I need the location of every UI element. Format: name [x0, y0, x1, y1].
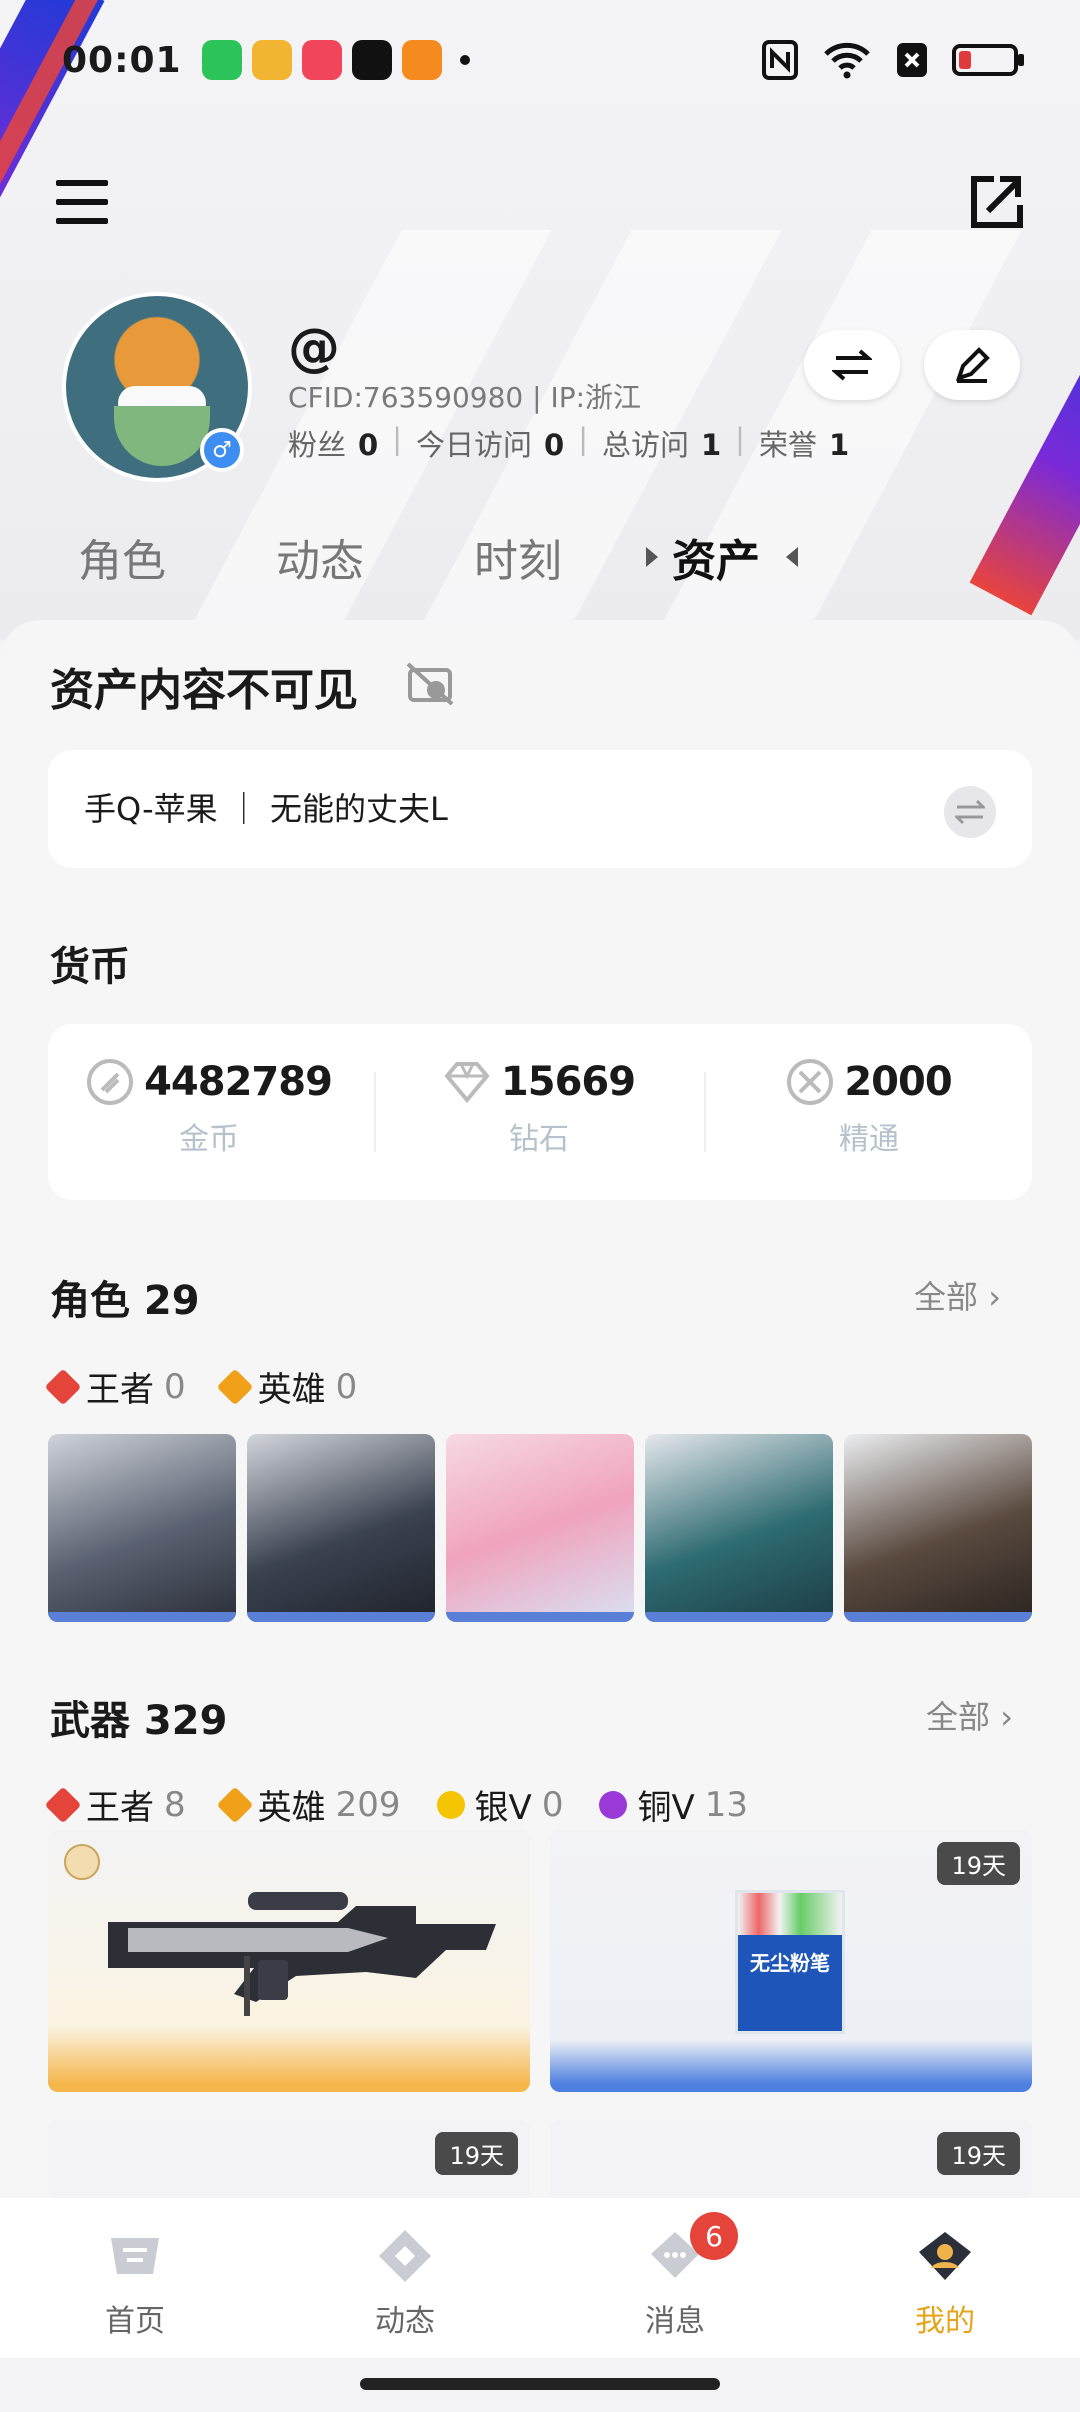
- weapon-card[interactable]: [48, 1830, 530, 2092]
- role-card[interactable]: [844, 1434, 1032, 1622]
- roles-view-all-link[interactable]: 全部 ›: [914, 1272, 1001, 1318]
- bronze-v-icon: [599, 1790, 628, 1819]
- hero-rank-icon: [216, 1786, 254, 1823]
- stat-honor[interactable]: 荣誉 1: [759, 422, 849, 464]
- role-card[interactable]: [48, 1434, 236, 1622]
- expiry-days-badge: 19天: [435, 2132, 518, 2175]
- coin-icon: [87, 1059, 134, 1105]
- nfc-icon: [762, 40, 798, 80]
- profile-nickname: @: [288, 318, 340, 378]
- tab-feed[interactable]: 动态: [276, 525, 474, 589]
- signal-off-icon: [897, 43, 927, 77]
- expiry-days-badge: 19天: [937, 1842, 1020, 1885]
- app-icon: [401, 40, 442, 80]
- role-card[interactable]: [247, 1434, 435, 1622]
- tiktok-icon: [351, 40, 392, 80]
- status-time: 00:01: [62, 39, 182, 81]
- visibility-hidden-icon[interactable]: [406, 662, 454, 706]
- battery-icon: [952, 44, 1024, 76]
- nav-me[interactable]: 我的: [810, 2198, 1080, 2358]
- share-icon[interactable]: [970, 175, 1024, 229]
- mastery-icon: [787, 1059, 834, 1105]
- home-indicator[interactable]: [360, 2378, 720, 2390]
- king-rank-icon: [44, 1786, 82, 1823]
- weapons-badges: 王者 8 英雄 209 银V 0 铜V 13: [44, 1780, 774, 1829]
- menu-icon[interactable]: [56, 180, 108, 224]
- feed-icon: [379, 2230, 431, 2282]
- role-card[interactable]: [645, 1434, 833, 1622]
- v-rank-icon: [64, 1844, 100, 1880]
- nav-messages[interactable]: 6 消息: [540, 2198, 810, 2358]
- expiry-days-badge: 19天: [937, 2132, 1020, 2175]
- tab-roles[interactable]: 角色: [78, 525, 276, 589]
- chevron-right-icon: ›: [988, 1278, 1001, 1316]
- weapons-title: 武器 329: [50, 1698, 228, 1744]
- currency-title: 货币: [50, 944, 130, 990]
- role-card[interactable]: [446, 1434, 634, 1622]
- weapon-card[interactable]: 19天: [550, 2120, 1032, 2200]
- home-icon: [111, 2238, 159, 2274]
- wifi-icon: [824, 42, 870, 79]
- assets-hidden-title: 资产内容不可见: [50, 665, 358, 716]
- weapons-view-all-link[interactable]: 全部 ›: [926, 1692, 1013, 1738]
- swap-icon: [832, 349, 872, 381]
- currency-diamonds: 15669 钻石: [374, 1058, 704, 1158]
- currency-mastery: 2000 精通: [704, 1058, 1034, 1158]
- tab-moments[interactable]: 时刻: [474, 525, 672, 589]
- male-gender-icon: ♂: [200, 428, 244, 472]
- king-rank-icon: [44, 1368, 82, 1405]
- profile-icon: [919, 2232, 971, 2280]
- more-notifications-icon: [459, 55, 470, 65]
- edit-icon: [955, 347, 990, 383]
- stat-today-visits[interactable]: 今日访问 0: [416, 422, 564, 464]
- sniper-rifle-image: [108, 1892, 496, 2016]
- bottom-navigation: 首页 动态 6 消息 我的: [0, 2198, 1080, 2358]
- chalk-box-image: 无尘粉笔: [735, 1890, 845, 2034]
- nav-home[interactable]: 首页: [0, 2198, 270, 2358]
- nav-feed[interactable]: 动态: [270, 2198, 540, 2358]
- unread-badge: 6: [690, 2212, 738, 2260]
- wechat-icon: [201, 40, 242, 80]
- roles-badges: 王者 0 英雄 0: [44, 1362, 383, 1411]
- account-switch-icon[interactable]: [944, 786, 996, 838]
- stat-total-visits[interactable]: 总访问 1: [602, 422, 721, 464]
- roles-title: 角色 29: [50, 1278, 200, 1324]
- app-icon: [251, 40, 292, 80]
- game-account-label: 手Q-苹果 ｜ 无能的丈夫L: [84, 790, 448, 828]
- switch-account-button[interactable]: [804, 330, 900, 400]
- chevron-right-icon: ›: [1000, 1698, 1013, 1736]
- profile-stats: 粉丝 0 | 今日访问 0 | 总访问 1 | 荣誉 1: [288, 422, 850, 464]
- silver-v-icon: [436, 1790, 465, 1819]
- profile-tabs: 角色 动态 时刻 资产: [78, 525, 870, 589]
- status-bar: 00:01: [0, 30, 1080, 90]
- video-icon: [301, 40, 342, 80]
- edit-profile-button[interactable]: [924, 330, 1020, 400]
- tab-assets[interactable]: 资产: [646, 525, 870, 589]
- profile-cfid: CFID:763590980 | IP:浙江: [288, 381, 642, 414]
- diamond-icon: [444, 1062, 490, 1104]
- decor-stripe: [969, 264, 1080, 616]
- notification-icons: [201, 40, 470, 80]
- weapon-card[interactable]: 19天: [48, 2120, 530, 2200]
- weapon-card[interactable]: 19天 无尘粉笔: [550, 1830, 1032, 2092]
- stat-fans[interactable]: 粉丝 0: [288, 422, 378, 464]
- hero-rank-icon: [216, 1368, 254, 1405]
- currency-coins: 4482789 金币: [44, 1058, 374, 1158]
